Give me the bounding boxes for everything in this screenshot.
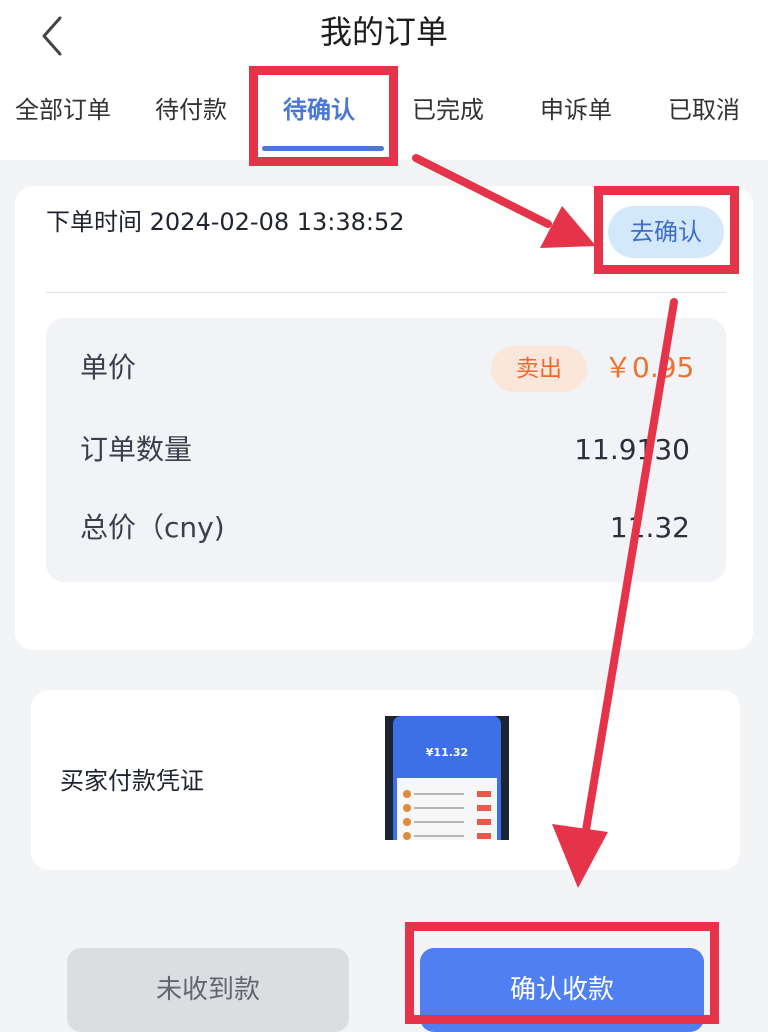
quantity-label: 订单数量 — [80, 433, 193, 466]
thumbnail-amount: ¥11.32 — [425, 746, 469, 759]
page-title: 我的订单 — [319, 13, 448, 51]
thumbnail-row — [403, 790, 491, 798]
tab-completed[interactable]: 已完成 — [412, 92, 484, 128]
tab-cancelled[interactable]: 已取消 — [668, 92, 740, 128]
unit-price-label: 单价 — [80, 351, 137, 384]
thumbnail-row — [403, 818, 491, 826]
tab-all-orders[interactable]: 全部订单 — [15, 92, 111, 128]
order-time: 下单时间 2024-02-08 13:38:52 — [46, 204, 405, 240]
payment-proof-thumbnail[interactable]: ¥11.32 — [385, 716, 509, 840]
highlight-box-tab — [249, 66, 398, 166]
highlight-box-confirm — [594, 186, 739, 274]
order-time-label: 下单时间 — [46, 208, 142, 236]
unit-price-value: ￥0.95 — [604, 351, 695, 384]
thumbnail-row — [403, 832, 491, 840]
not-received-button[interactable]: 未收到款 — [67, 948, 349, 1032]
total-label: 总价（cny) — [80, 511, 225, 544]
payment-proof-label: 买家付款凭证 — [60, 767, 204, 795]
quantity-value: 11.9130 — [574, 433, 690, 466]
sell-badge: 卖出 — [491, 346, 587, 392]
tab-pending-payment[interactable]: 待付款 — [155, 92, 227, 128]
total-value: 11.32 — [609, 511, 690, 544]
tab-appeals[interactable]: 申诉单 — [540, 92, 612, 128]
order-time-value: 2024-02-08 13:38:52 — [149, 208, 405, 236]
highlight-box-confirm-received — [405, 922, 719, 1024]
thumbnail-row — [403, 804, 491, 812]
divider — [46, 292, 726, 293]
